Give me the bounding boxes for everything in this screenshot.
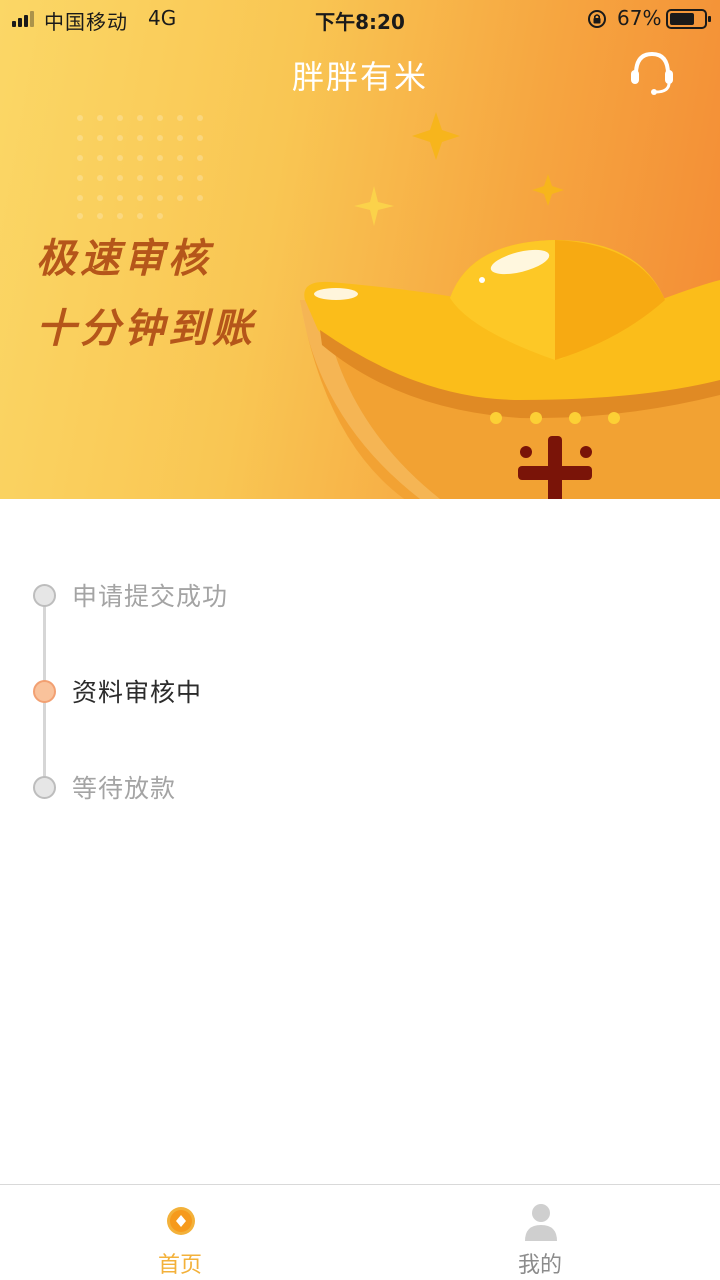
progress-step-awaiting-loan: 等待放款 xyxy=(0,767,720,807)
progress-step-reviewing: 资料审核中 xyxy=(0,671,720,711)
page-title: 胖胖有米 xyxy=(291,58,428,96)
customer-service-button[interactable] xyxy=(624,48,680,98)
slogan-line-1: 极速审核 xyxy=(36,236,212,282)
step-label: 等待放款 xyxy=(72,774,177,803)
tab-label: 首页 xyxy=(157,1253,202,1278)
home-coin-icon xyxy=(167,1207,195,1235)
step-dot-icon xyxy=(33,584,56,607)
progress-step-submitted: 申请提交成功 xyxy=(0,575,720,615)
status-time: 下午8:20 xyxy=(315,10,405,34)
tab-label: 我的 xyxy=(517,1253,562,1278)
application-progress: 申请提交成功 资料审核中 等待放款 xyxy=(0,499,720,1185)
step-label: 资料审核中 xyxy=(72,678,203,707)
battery-percent: 67% xyxy=(617,6,662,30)
status-bar: 中国移动 4G 下午8:20 67% xyxy=(0,0,720,38)
bottom-tab-bar: 首页 我的 xyxy=(0,1184,720,1280)
header-banner: 中国移动 4G 下午8:20 67% 胖胖有米 极速审核 十分钟到账 xyxy=(0,0,720,499)
tab-mine[interactable]: 我的 xyxy=(360,1185,720,1280)
slogan-line-2: 十分钟到账 xyxy=(36,306,256,352)
tab-home[interactable]: 首页 xyxy=(0,1185,360,1280)
battery-icon xyxy=(666,9,711,29)
rotation-lock-icon xyxy=(588,10,606,28)
headset-icon xyxy=(631,51,673,95)
app-screen: 中国移动 4G 下午8:20 67% 胖胖有米 极速审核 十分钟到账 申请提交成… xyxy=(0,0,720,1280)
step-dot-icon xyxy=(33,680,56,703)
step-dot-icon xyxy=(33,776,56,799)
step-label: 申请提交成功 xyxy=(72,582,229,611)
user-icon xyxy=(525,1204,557,1241)
